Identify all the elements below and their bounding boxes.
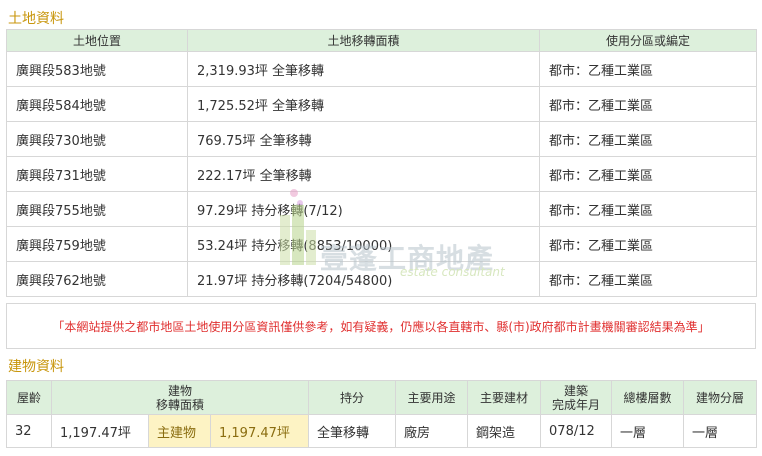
land-location: 廣興段759地號 xyxy=(6,226,188,262)
header-land-area: 土地移轉面積 xyxy=(187,29,540,52)
land-zoning: 都市：乙種工業區 xyxy=(539,51,757,87)
building-share: 全筆移轉 xyxy=(308,414,397,448)
zoning-disclaimer: 「本網站提供之都市地區土地使用分區資訊僅供參考，如有疑義，仍應以各直轄市、縣(市… xyxy=(6,303,756,349)
land-area: 769.75坪 全筆移轉 xyxy=(187,121,540,157)
table-row: 廣興段759地號 53.24坪 持分移轉(8853/10000) 都市：乙種工業… xyxy=(6,226,757,262)
land-area: 222.17坪 全筆移轉 xyxy=(187,156,540,192)
building-use: 廠房 xyxy=(395,414,469,448)
land-area: 53.24坪 持分移轉(8853/10000) xyxy=(187,226,540,262)
table-row: 廣興段755地號 97.29坪 持分移轉(7/12) 都市：乙種工業區 xyxy=(6,191,757,227)
land-table-header: 土地位置 土地移轉面積 使用分區或編定 xyxy=(6,29,757,52)
table-row: 廣興段584地號 1,725.52坪 全筆移轉 都市：乙種工業區 xyxy=(6,86,757,122)
building-floors: 一層 xyxy=(611,414,685,448)
land-zoning: 都市：乙種工業區 xyxy=(539,191,757,227)
header-building-age: 屋齡 xyxy=(6,380,52,415)
building-area-total: 1,197.47坪 xyxy=(51,414,149,448)
header-building-material: 主要建材 xyxy=(467,380,542,415)
table-row: 廣興段583地號 2,319.93坪 全筆移轉 都市：乙種工業區 xyxy=(6,51,757,87)
disclaimer-text: 「本網站提供之都市地區土地使用分區資訊僅供參考，如有疑義，仍應以各直轄市、縣(市… xyxy=(52,319,710,334)
table-row: 廣興段762地號 21.97坪 持分移轉(7204/54800) 都市：乙種工業… xyxy=(6,261,757,297)
land-area: 2,319.93坪 全筆移轉 xyxy=(187,51,540,87)
land-zoning: 都市：乙種工業區 xyxy=(539,226,757,262)
building-section-title: 建物資料 xyxy=(8,359,64,375)
building-table-header: 屋齡 建物 移轉面積 持分 主要用途 主要建材 建築 完成年月 總樓層數 建物分… xyxy=(6,380,758,415)
land-zoning: 都市：乙種工業區 xyxy=(539,261,757,297)
land-area: 1,725.52坪 全筆移轉 xyxy=(187,86,540,122)
land-section-title: 土地資料 xyxy=(8,11,64,27)
header-land-zoning: 使用分區或編定 xyxy=(539,29,757,52)
header-building-level: 建物分層 xyxy=(683,380,758,415)
land-location: 廣興段730地號 xyxy=(6,121,188,157)
land-zoning: 都市：乙種工業區 xyxy=(539,121,757,157)
header-building-share: 持分 xyxy=(308,380,397,415)
land-location: 廣興段755地號 xyxy=(6,191,188,227)
land-table: 土地位置 土地移轉面積 使用分區或編定 廣興段583地號 2,319.93坪 全… xyxy=(6,29,757,297)
header-building-use: 主要用途 xyxy=(395,380,469,415)
land-zoning: 都市：乙種工業區 xyxy=(539,156,757,192)
table-row: 廣興段730地號 769.75坪 全筆移轉 都市：乙種工業區 xyxy=(6,121,757,157)
building-material: 鋼架造 xyxy=(467,414,542,448)
land-location: 廣興段584地號 xyxy=(6,86,188,122)
building-table: 屋齡 建物 移轉面積 持分 主要用途 主要建材 建築 完成年月 總樓層數 建物分… xyxy=(6,380,758,448)
building-age: 32 xyxy=(6,414,52,448)
main-building-label: 主建物 xyxy=(148,414,211,448)
building-built-date: 078/12 xyxy=(540,414,613,448)
land-area: 97.29坪 持分移轉(7/12) xyxy=(187,191,540,227)
land-zoning: 都市：乙種工業區 xyxy=(539,86,757,122)
header-land-location: 土地位置 xyxy=(6,29,188,52)
land-location: 廣興段731地號 xyxy=(6,156,188,192)
land-area: 21.97坪 持分移轉(7204/54800) xyxy=(187,261,540,297)
main-building-area: 1,197.47坪 xyxy=(209,414,310,448)
header-building-floors: 總樓層數 xyxy=(611,380,685,415)
header-building-built-date: 建築 完成年月 xyxy=(540,380,613,415)
table-row: 32 1,197.47坪 主建物 1,197.47坪 全筆移轉 廠房 鋼架造 0… xyxy=(6,414,758,448)
building-level: 一層 xyxy=(683,414,758,448)
table-row: 廣興段731地號 222.17坪 全筆移轉 都市：乙種工業區 xyxy=(6,156,757,192)
land-location: 廣興段762地號 xyxy=(6,261,188,297)
land-location: 廣興段583地號 xyxy=(6,51,188,87)
header-building-area: 建物 移轉面積 xyxy=(50,380,310,415)
